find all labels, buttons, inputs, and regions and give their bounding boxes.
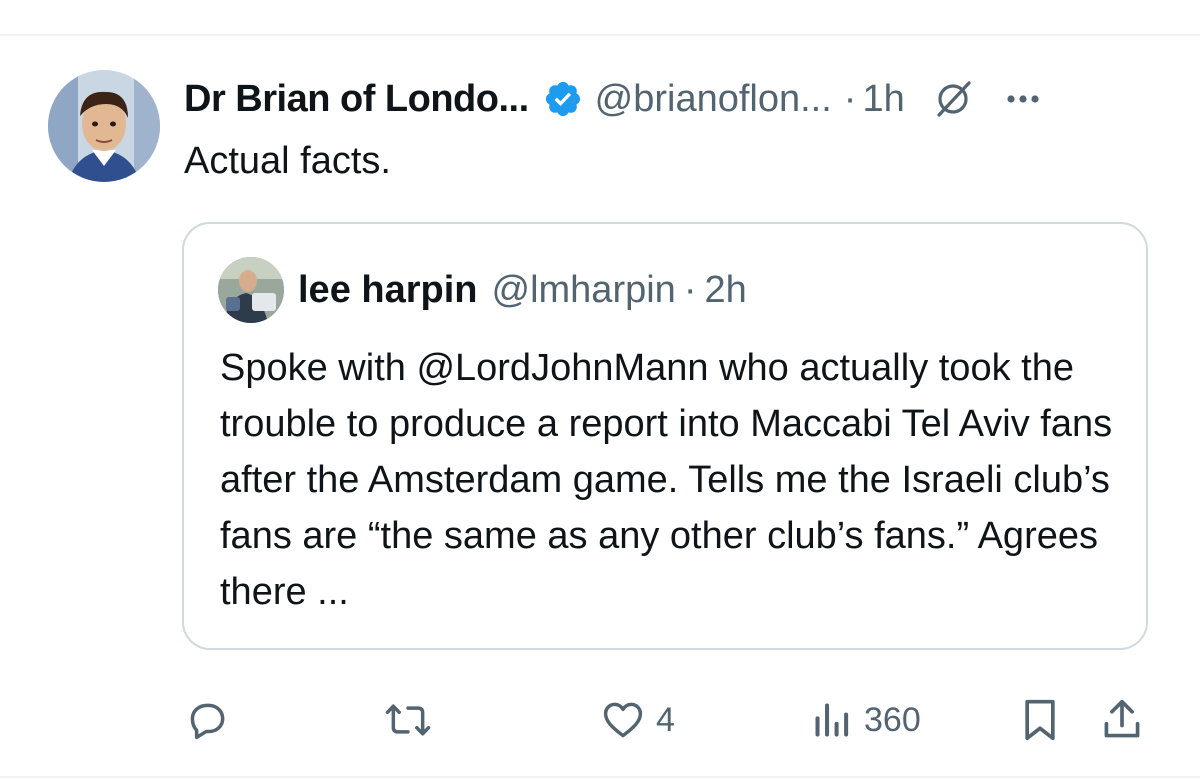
grok-icon[interactable]	[931, 77, 975, 121]
repost-icon	[385, 704, 431, 736]
quoted-tweet-timestamp[interactable]: 2h	[704, 269, 746, 312]
author-handle[interactable]: @brianoflon...	[595, 78, 832, 121]
author-name[interactable]: Dr Brian of Londo...	[184, 78, 529, 121]
reply-icon	[190, 703, 225, 740]
views-button[interactable]: 360	[810, 690, 921, 750]
bookmark-button[interactable]	[1018, 690, 1062, 750]
quoted-tweet-text: Spoke with @LordJohnMann who actually to…	[220, 347, 1113, 613]
repost-button[interactable]	[384, 690, 442, 750]
view-count: 360	[864, 700, 921, 739]
quoted-author-avatar[interactable]	[218, 257, 284, 323]
top-divider	[0, 34, 1200, 36]
tweet-action-bar: 4 360	[0, 690, 1200, 750]
verified-badge-icon[interactable]	[543, 79, 583, 119]
quoted-tweet-header: lee harpin @lmharpin · 2h	[218, 257, 747, 323]
more-options-icon[interactable]	[1001, 77, 1045, 121]
quoted-tweet-card[interactable]: lee harpin @lmharpin · 2h Spoke with @Lo…	[182, 222, 1148, 650]
share-button[interactable]	[1100, 690, 1144, 750]
tweet-header: Dr Brian of Londo... @brianoflon... · 1h	[184, 74, 1164, 124]
tweet-timestamp[interactable]: 1h	[862, 78, 904, 121]
header-separator: ·	[843, 77, 857, 120]
tweet-text: Actual facts.	[184, 140, 391, 182]
like-count: 4	[656, 700, 675, 739]
reply-button[interactable]	[186, 690, 240, 750]
bookmark-icon	[1025, 699, 1055, 741]
like-button[interactable]: 4	[600, 690, 675, 750]
bottom-divider	[0, 776, 1200, 778]
quoted-header-separator: ·	[683, 268, 697, 311]
share-icon	[1104, 699, 1140, 738]
quoted-author-handle[interactable]: @lmharpin	[492, 269, 676, 312]
heart-icon	[603, 702, 643, 738]
author-avatar[interactable]	[48, 70, 160, 182]
views-chart-icon	[815, 703, 849, 737]
quoted-author-name[interactable]: lee harpin	[298, 269, 478, 312]
